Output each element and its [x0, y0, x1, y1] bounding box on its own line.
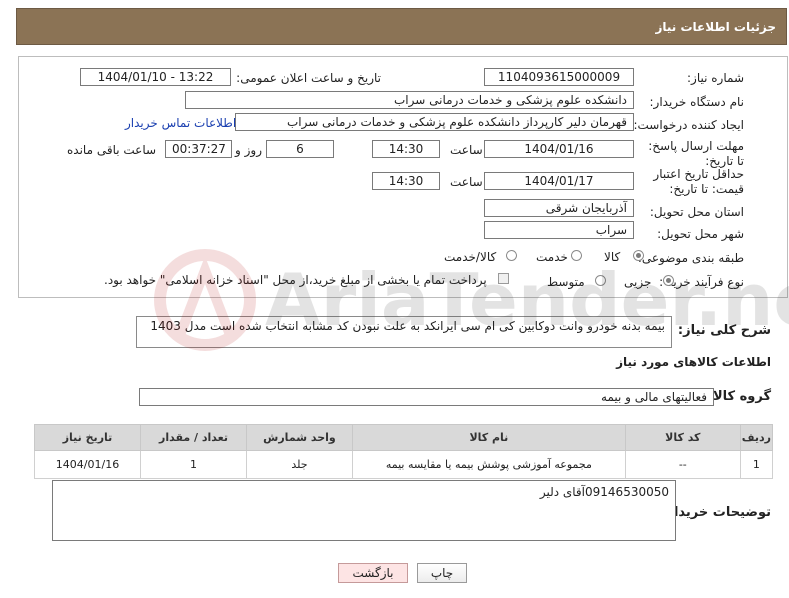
city-label: شهر محل تحویل: [657, 227, 744, 241]
buyer-org-field: دانشکده علوم پزشکی و خدمات درمانی سراب [185, 91, 634, 109]
deadline-label: مهلت ارسال پاسخ: تا تاریخ: [648, 139, 744, 168]
creator-label: ایجاد کننده درخواست: [633, 118, 744, 132]
province-field: آذربایجان شرقی [484, 199, 634, 217]
deadline-time-field: 14:30 [372, 140, 440, 158]
category-goods-label: کالا [604, 250, 621, 264]
goods-group-field: فعالیتهای مالی و بیمه [139, 388, 714, 406]
purchase-medium-label: متوسط [547, 275, 585, 289]
validity-date-field: 1404/01/17 [484, 172, 634, 190]
cell-unit: جلد [245, 450, 353, 479]
buyer-notes-label: توضیحات خریدار: [661, 505, 771, 520]
need-number-label: شماره نیاز: [687, 71, 744, 85]
days-and-label: روز و [235, 143, 262, 157]
col-qty: تعداد / مقدار [140, 424, 247, 451]
province-label: استان محل تحویل: [649, 205, 744, 219]
validity-label: حداقل تاریخ اعتبار قیمت: تا تاریخ: [653, 167, 744, 196]
validity-time-label: ساعت [450, 175, 483, 189]
cell-qty: 1 [140, 450, 247, 479]
category-goods-service-radio[interactable] [506, 250, 517, 261]
goods-group-label: گروه کالا: [707, 389, 771, 404]
validity-time-field: 14:30 [372, 172, 440, 190]
category-goods-radio[interactable] [633, 250, 644, 261]
cell-date: 1404/01/16 [33, 450, 142, 479]
goods-section-title: اطلاعات کالاهای مورد نیاز [616, 355, 771, 369]
city-field: سراب [484, 221, 634, 239]
cell-code: -- [624, 450, 741, 479]
description-label: شرح کلی نیاز: [677, 323, 771, 338]
purchase-minor-label: جزیی [624, 275, 652, 289]
print-button[interactable]: چاپ [417, 563, 467, 583]
days-field: 6 [266, 140, 334, 158]
announce-label: تاریخ و ساعت اعلان عمومی: [236, 71, 381, 85]
remaining-label: ساعت باقی مانده [67, 143, 157, 157]
col-code: کد کالا [624, 424, 741, 451]
purchase-minor-radio[interactable] [663, 275, 674, 286]
deadline-date-field: 1404/01/16 [484, 140, 634, 158]
col-date: تاریخ نیاز [33, 424, 142, 451]
back-button[interactable]: بازگشت [338, 563, 408, 583]
category-service-label: خدمت [536, 250, 568, 264]
col-name: نام کالا [351, 424, 626, 451]
col-row: ردیف [739, 424, 774, 451]
treasury-payment-checkbox[interactable] [498, 273, 509, 284]
treasury-payment-label: پرداخت تمام یا بخشی از مبلغ خرید،از محل … [104, 273, 487, 287]
creator-field: قهرمان دلیر کارپرداز دانشکده علوم پزشکی … [235, 113, 634, 131]
announce-field: 1404/01/10 - 13:22 [80, 68, 231, 86]
category-goods-service-label: کالا/خدمت [444, 250, 497, 264]
remaining-time-field: 00:37:27 [165, 140, 232, 158]
category-label: طبقه بندی موضوعی: [637, 251, 744, 265]
page-header: جزئیات اطلاعات نیاز [16, 8, 787, 45]
table-row: 1 -- مجموعه آموزشی پوشش بیمه یا مقایسه ب… [33, 450, 774, 479]
purchase-medium-radio[interactable] [595, 275, 606, 286]
category-service-radio[interactable] [571, 250, 582, 261]
cell-row: 1 [739, 450, 774, 479]
cell-name: مجموعه آموزشی پوشش بیمه یا مقایسه بیمه [351, 450, 626, 479]
buyer-notes-textarea: 09146530050آقای دلیر [52, 480, 676, 541]
goods-table-header: ردیف کد کالا نام کالا واحد شمارش تعداد /… [33, 424, 774, 451]
need-number-field: 1104093615000009 [484, 68, 634, 86]
col-unit: واحد شمارش [245, 424, 353, 451]
buyer-contact-link[interactable]: اطلاعات تماس خریدار [125, 116, 236, 130]
page-title: جزئیات اطلاعات نیاز [655, 20, 776, 34]
description-textarea: بیمه بدنه خودرو وانت دوکابین کی ام سی ای… [136, 316, 672, 348]
goods-table: ردیف کد کالا نام کالا واحد شمارش تعداد /… [33, 424, 774, 479]
deadline-time-label: ساعت [450, 143, 483, 157]
buyer-org-label: نام دستگاه خریدار: [649, 95, 745, 109]
